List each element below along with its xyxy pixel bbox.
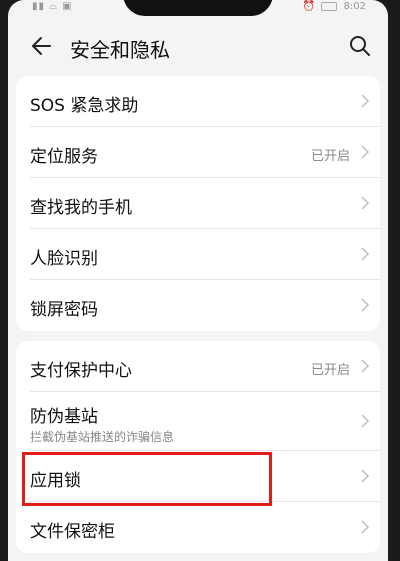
app-header: 安全和隐私 (8, 28, 388, 66)
setting-label: 支付保护中心 (30, 361, 132, 381)
setting-status: 已开启 (310, 363, 350, 378)
chevron-right-icon (361, 298, 370, 312)
settings-group-2: 支付保护中心 已开启 防伪基站 拦截伪基站推送的诈骗信息 应用锁 文件保密柜 (16, 341, 380, 553)
chevron-right-icon (361, 94, 370, 108)
setting-file-safe[interactable]: 文件保密柜 (16, 502, 380, 553)
phone-screen: ▮▮ ⌓ ▣ ⏰ 8:02 安全和隐私 SOS 紧急求助 定位服务 已开启 查找… (8, 0, 388, 561)
setting-sos[interactable]: SOS 紧急求助 (16, 76, 380, 127)
chevron-right-icon (361, 247, 370, 261)
status-bar: ▮▮ ⌓ ▣ ⏰ 8:02 (8, 0, 388, 20)
status-right: ⏰ 8:02 (303, 1, 366, 12)
setting-fake-base-station[interactable]: 防伪基站 拦截伪基站推送的诈骗信息 (16, 392, 380, 451)
chevron-right-icon (361, 359, 370, 373)
chevron-right-icon (361, 196, 370, 210)
setting-label: 防伪基站 (30, 407, 98, 427)
page-title: 安全和隐私 (70, 38, 170, 62)
alarm-icon: ⏰ (302, 1, 316, 12)
chevron-right-icon (361, 469, 370, 483)
search-icon[interactable] (348, 34, 372, 58)
setting-label: 人脸识别 (30, 249, 98, 269)
status-time: 8:02 (343, 1, 366, 12)
setting-status: 已开启 (310, 149, 350, 164)
setting-label: 锁屏密码 (30, 300, 98, 320)
setting-label: 文件保密柜 (30, 522, 115, 542)
status-icons: ▮▮ ⌓ ▣ (32, 1, 73, 12)
camera-notch (123, 0, 273, 16)
chevron-right-icon (361, 414, 370, 428)
setting-label: 定位服务 (30, 147, 98, 167)
highlight-box (22, 452, 272, 506)
settings-group-1: SOS 紧急求助 定位服务 已开启 查找我的手机 人脸识别 锁屏密码 (16, 76, 380, 331)
battery-icon (321, 1, 338, 11)
setting-subtitle: 拦截伪基站推送的诈骗信息 (30, 430, 175, 444)
setting-find-my-phone[interactable]: 查找我的手机 (16, 178, 380, 229)
chevron-right-icon (361, 520, 370, 534)
back-arrow-icon[interactable] (28, 32, 56, 60)
setting-label: SOS 紧急求助 (30, 96, 139, 116)
setting-location[interactable]: 定位服务 已开启 (16, 127, 380, 178)
setting-label: 查找我的手机 (30, 198, 132, 218)
setting-payment-protection[interactable]: 支付保护中心 已开启 (16, 341, 380, 392)
setting-lock-screen-password[interactable]: 锁屏密码 (16, 280, 380, 331)
chevron-right-icon (361, 145, 370, 159)
setting-face-recognition[interactable]: 人脸识别 (16, 229, 380, 280)
